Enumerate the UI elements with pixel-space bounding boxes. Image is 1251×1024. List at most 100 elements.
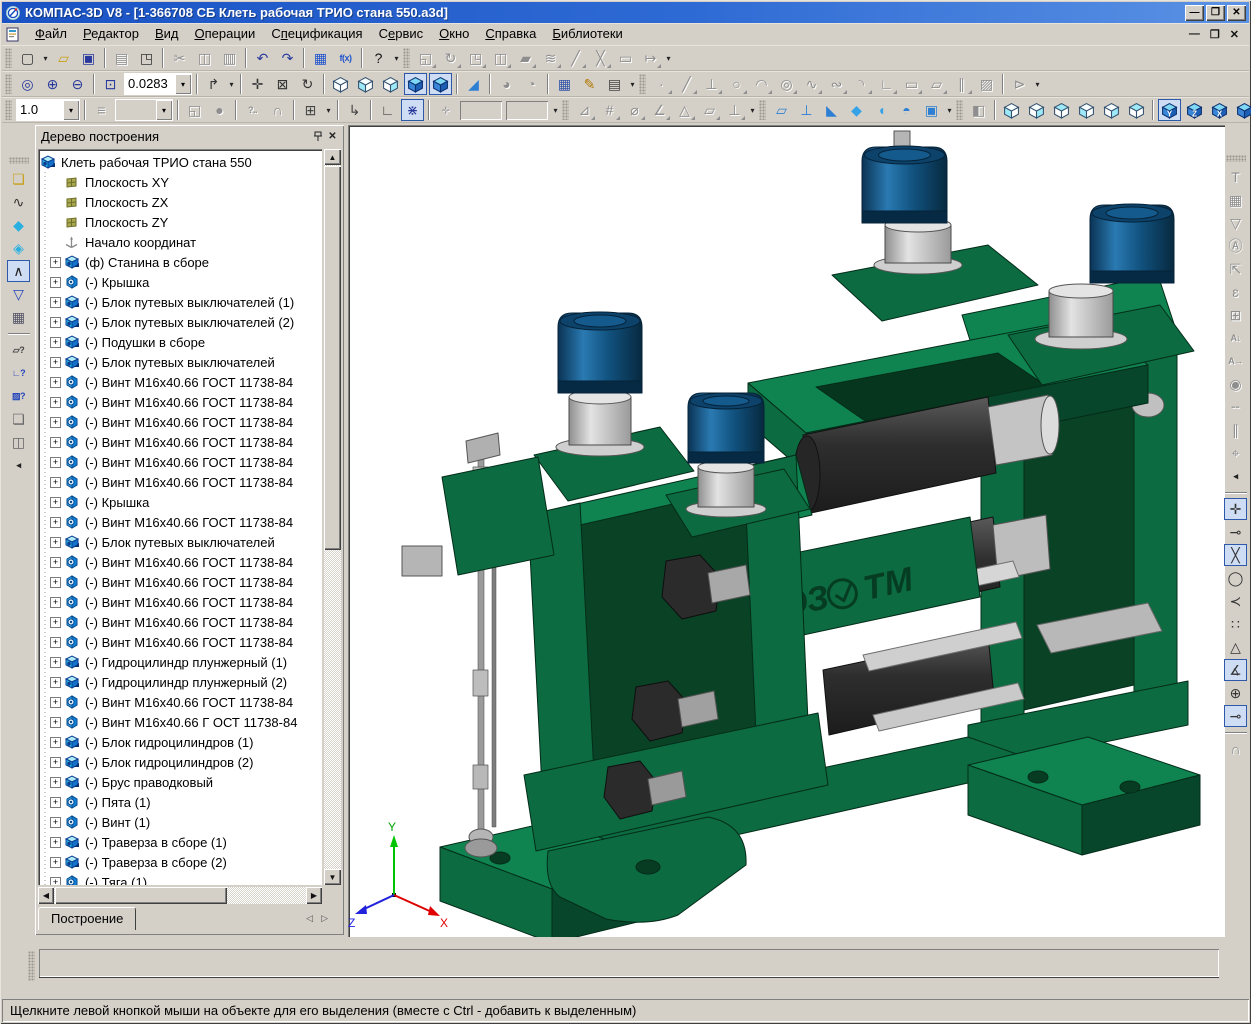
zoom-area-button[interactable]: ⊡ <box>99 73 122 95</box>
view-left-button[interactable] <box>1100 99 1123 121</box>
tree-expand-icon[interactable]: + <box>50 777 61 788</box>
pin-icon[interactable] <box>310 129 325 143</box>
ortho-drawing-button[interactable]: ∟ <box>376 99 399 121</box>
drawing-dropdown[interactable]: ▾ <box>627 73 638 95</box>
zoom-in-button[interactable]: ⊕ <box>41 73 64 95</box>
toolbar-grip[interactable] <box>759 100 766 120</box>
tree-expand-icon[interactable]: + <box>50 757 61 768</box>
redo-button[interactable]: ↷ <box>276 47 299 69</box>
view-isometric-zxy-button[interactable]: X <box>1208 99 1231 121</box>
zoom-out-button[interactable]: ⊖ <box>66 73 89 95</box>
scroll-up-icon[interactable]: ▲ <box>324 149 341 165</box>
tree-item[interactable]: +(-) Крышка <box>40 492 322 512</box>
snap-center-button[interactable]: ⊕ <box>1224 682 1247 704</box>
tree-expand-icon[interactable]: + <box>50 637 61 648</box>
menu-item-окно[interactable]: Окно <box>431 23 477 45</box>
tree-item[interactable]: Плоскость ZY <box>40 212 322 232</box>
toolbar-grip[interactable] <box>639 74 646 94</box>
orientation-dropdown[interactable]: ▾ <box>226 73 237 95</box>
mdi-close-button[interactable]: ✕ <box>1230 28 1239 41</box>
layers-combo-value[interactable] <box>116 100 156 120</box>
menu-item-редактор[interactable]: Редактор <box>75 23 147 45</box>
tree-expand-icon[interactable]: + <box>50 677 61 688</box>
tree-item[interactable]: +(-) Винт (1) <box>40 812 322 832</box>
tree-expand-icon[interactable]: + <box>50 817 61 828</box>
aux-axis-button[interactable]: ⊥ <box>795 99 818 121</box>
tree-item[interactable]: +(-) Винт М16х40.66 ГОСТ 11738-84 <box>40 572 322 592</box>
tree-item[interactable]: +(-) Тяга (1) <box>40 872 322 885</box>
display-shaded-button[interactable] <box>404 73 427 95</box>
tree-expand-icon[interactable]: + <box>50 417 61 428</box>
snap-tangent-button[interactable]: ≺ <box>1224 590 1247 612</box>
specification-button[interactable]: ▦ <box>7 306 30 328</box>
tree-item[interactable]: +(-) Траверза в сборе (1) <box>40 832 322 852</box>
aux-plane-button[interactable]: ▱ <box>770 99 793 121</box>
tree-item[interactable]: +(-) Траверза в сборе (2) <box>40 852 322 872</box>
tree-expand-icon[interactable]: + <box>50 557 61 568</box>
view-rear-button[interactable] <box>1025 99 1048 121</box>
display-wireframe-button[interactable] <box>329 73 352 95</box>
tree-item[interactable]: Плоскость XY <box>40 172 322 192</box>
tree-expand-icon[interactable]: + <box>50 517 61 528</box>
orientation-button[interactable]: ↱ <box>202 73 225 95</box>
tree-horizontal-scrollbar[interactable]: ◀ ▶ <box>38 887 322 904</box>
surfaces-button[interactable]: ◆ <box>7 214 30 236</box>
surfaces-offset-button[interactable]: ◈ <box>7 237 30 259</box>
aux-geometry-panel-button[interactable]: ∧ <box>7 260 30 282</box>
tab-construction[interactable]: Построение <box>38 907 136 930</box>
tree-item[interactable]: +(-) Винт М16х40.66 ГОСТ 11738-84 <box>40 452 322 472</box>
measure3d-area-button[interactable]: ▨? <box>7 385 30 407</box>
toolbar-grip[interactable] <box>956 100 963 120</box>
geometry-panel-dropdown[interactable]: ▾ <box>1032 73 1043 95</box>
folder-operations-button[interactable]: ❏ <box>7 408 30 430</box>
tree-vertical-scrollbar[interactable]: ▲ ▼ <box>324 149 341 885</box>
rotate-view-button[interactable]: ↻ <box>296 73 319 95</box>
tree-item[interactable]: +(-) Винт М16х40.66 ГОСТ 11738-84 <box>40 592 322 612</box>
perspective-button[interactable]: ◢ <box>462 73 485 95</box>
sketch-mode-button[interactable]: ✎ <box>578 73 601 95</box>
new-drawing-from-model-button[interactable]: ▤ <box>603 73 626 95</box>
display-shaded-edges-button[interactable] <box>429 73 452 95</box>
tree-expand-icon[interactable]: + <box>50 837 61 848</box>
coord-y-field[interactable] <box>460 101 502 120</box>
tree-expand-icon[interactable]: + <box>50 397 61 408</box>
tree-item[interactable]: +(-) Гидроцилиндр плунжерный (2) <box>40 672 322 692</box>
tree-item[interactable]: +(-) Винт М16х40.66 ГОСТ 11738-84 <box>40 612 322 632</box>
combo-dropdown-icon[interactable]: ▾ <box>175 74 191 94</box>
scroll-thumb[interactable] <box>324 166 341 550</box>
undo-button[interactable]: ↶ <box>251 47 274 69</box>
menu-item-справка[interactable]: Справка <box>477 23 544 45</box>
view-front-button[interactable] <box>1000 99 1023 121</box>
space-curves-button[interactable]: ∿ <box>7 191 30 213</box>
snap-intersection-button[interactable]: ╳ <box>1224 544 1247 566</box>
tree-expand-icon[interactable]: + <box>50 857 61 868</box>
tree-item[interactable]: +(-) Винт М16х40.66 ГОСТ 11738-84 <box>40 632 322 652</box>
view-right-button[interactable] <box>1125 99 1148 121</box>
tree-item-root[interactable]: Клеть рабочая ТРИО стана 550 <box>40 152 322 172</box>
tree-item[interactable]: +(-) Винт М16х40.66 ГОСТ 11738-84 <box>40 472 322 492</box>
tree-item[interactable]: Плоскость ZX <box>40 192 322 212</box>
context-help-dropdown[interactable]: ▾ <box>391 47 402 69</box>
tree-item[interactable]: +(-) Винт М16х40.66 ГОСТ 11738-84 <box>40 692 322 712</box>
snap-normal-button[interactable]: △ <box>1224 636 1247 658</box>
grid-button[interactable]: ⊞ <box>299 99 322 121</box>
aux-dome-button[interactable]: ◓ <box>895 99 918 121</box>
new-document-dropdown[interactable]: ▾ <box>40 47 51 69</box>
scroll-left-icon[interactable]: ◀ <box>38 887 54 904</box>
step-combo[interactable]: 1.0▾ <box>17 100 79 120</box>
scroll-right-icon[interactable]: ▶ <box>306 887 322 904</box>
tree-item[interactable]: +(-) Крышка <box>40 272 322 292</box>
zoom-select-button[interactable]: ◎ <box>16 73 39 95</box>
context-help-button[interactable]: ? <box>367 47 390 69</box>
view-bottom-button[interactable] <box>1075 99 1098 121</box>
tree-expand-icon[interactable]: + <box>50 537 61 548</box>
scroll-thumb-h[interactable] <box>55 887 227 904</box>
tree-item[interactable]: +(-) Гидроцилиндр плунжерный (1) <box>40 652 322 672</box>
measure3d-corner-button[interactable]: ∟? <box>7 362 30 384</box>
tree-expand-icon[interactable]: + <box>50 297 61 308</box>
tree-item[interactable]: +(-) Винт М16х40.66 ГОСТ 11738-84 <box>40 372 322 392</box>
aux-panel-dropdown[interactable]: ▾ <box>944 99 955 121</box>
combo-dropdown-icon[interactable]: ▾ <box>156 100 172 120</box>
tree-item[interactable]: +(-) Винт М16х40.66 ГОСТ 11738-84 <box>40 432 322 452</box>
scroll-down-icon[interactable]: ▼ <box>324 869 341 885</box>
